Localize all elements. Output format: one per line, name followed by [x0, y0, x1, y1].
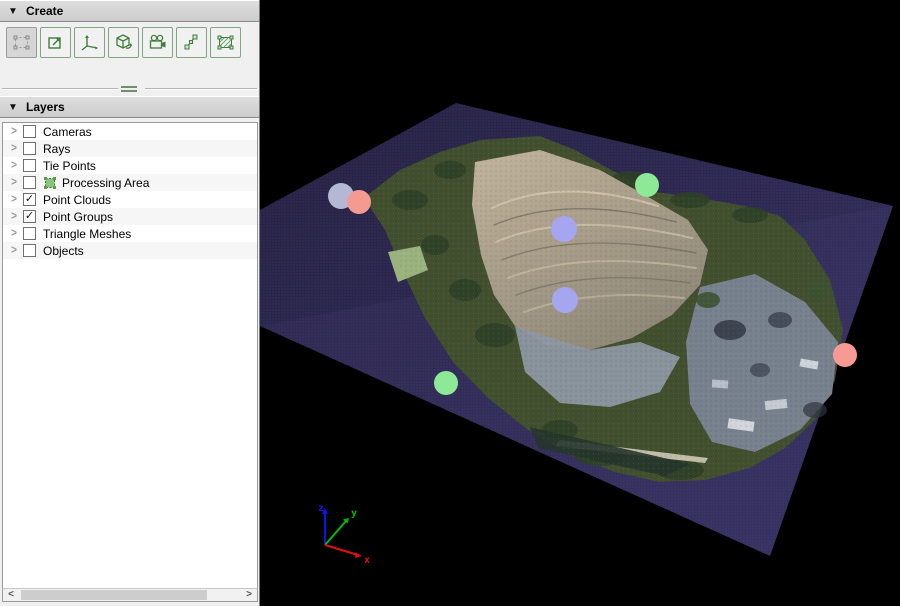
panel-splitter[interactable] [0, 84, 259, 94]
expand-chevron-icon[interactable]: > [7, 159, 21, 172]
layer-label: Triangle Meshes [43, 227, 131, 241]
axes-tool-button[interactable] [74, 27, 105, 58]
point-group-marker-periwinkle-2[interactable] [552, 287, 578, 313]
collapse-triangle-icon[interactable]: ▼ [0, 6, 26, 17]
create-section-title: Create [26, 4, 63, 18]
selection-tool-button[interactable] [6, 27, 37, 58]
layer-checkbox[interactable]: ✓ [23, 210, 36, 223]
selection-rectangle-icon [11, 32, 32, 53]
layer-label: Point Clouds [43, 193, 111, 207]
layers-tree: > Cameras > Rays > Tie Points > [2, 122, 258, 602]
layer-row-point-clouds[interactable]: > ✓ Point Clouds [3, 191, 257, 208]
3d-scene: z y x [260, 0, 900, 606]
layer-label: Rays [43, 142, 70, 156]
layer-row-point-groups[interactable]: > ✓ Point Groups [3, 208, 257, 225]
side-panel: ▼ Create [0, 0, 260, 606]
layer-checkbox[interactable] [23, 142, 36, 155]
axis-y-label: y [351, 508, 357, 519]
point-group-marker-salmon-1[interactable] [347, 190, 371, 214]
layer-row-objects[interactable]: > Objects [3, 242, 257, 259]
point-group-marker-salmon-2[interactable] [833, 343, 857, 367]
layer-label: Objects [43, 244, 84, 258]
processing-area-icon [43, 176, 58, 190]
create-toolbar [6, 27, 241, 58]
camera-tool-button[interactable] [142, 27, 173, 58]
axes-triad-icon [79, 32, 100, 53]
splitter-grip-icon[interactable] [121, 86, 137, 92]
layer-label: Point Groups [43, 210, 113, 224]
layer-row-rays[interactable]: > Rays [3, 140, 257, 157]
layer-label: Tie Points [43, 159, 96, 173]
layer-checkbox[interactable] [23, 244, 36, 257]
expand-chevron-icon[interactable]: > [7, 125, 21, 138]
layers-section-header[interactable]: ▼ Layers [0, 96, 259, 118]
point-group-marker-periwinkle-1[interactable] [551, 216, 577, 242]
polyline-tool-button[interactable] [176, 27, 207, 58]
collapse-triangle-icon[interactable]: ▼ [0, 102, 26, 113]
point-group-marker-green-1[interactable] [635, 173, 659, 197]
extent-box-icon [45, 32, 66, 53]
3d-viewport[interactable]: z y x [260, 0, 900, 606]
splitter-rule [145, 88, 257, 90]
expand-chevron-icon[interactable]: > [7, 210, 21, 223]
point-group-marker-green-2[interactable] [434, 371, 458, 395]
camera-icon [147, 32, 168, 53]
layer-row-processing-area[interactable]: > Processing Area [3, 174, 257, 191]
layer-checkbox[interactable] [23, 176, 36, 189]
layer-row-cameras[interactable]: > Cameras [3, 123, 257, 140]
box-tool-button[interactable] [108, 27, 139, 58]
layer-row-tie-points[interactable]: > Tie Points [3, 157, 257, 174]
polyline-icon [181, 32, 202, 53]
scrollbar-track[interactable] [19, 589, 241, 601]
application-window: ▼ Create [0, 0, 900, 606]
polygon-tool-button[interactable] [210, 27, 241, 58]
layer-label: Processing Area [62, 176, 149, 190]
create-section-header[interactable]: ▼ Create [0, 0, 259, 22]
axis-x-label: x [364, 555, 370, 566]
layer-checkbox[interactable] [23, 227, 36, 240]
expand-chevron-icon[interactable]: > [7, 227, 21, 240]
expand-chevron-icon[interactable]: > [7, 176, 21, 189]
cube-rotate-icon [113, 32, 134, 53]
expand-chevron-icon[interactable]: > [7, 244, 21, 257]
layer-checkbox[interactable]: ✓ [23, 193, 36, 206]
polygon-area-icon [215, 32, 236, 53]
layer-checkbox[interactable] [23, 125, 36, 138]
expand-chevron-icon[interactable]: > [7, 142, 21, 155]
scroll-left-icon[interactable]: < [3, 589, 19, 601]
layer-checkbox[interactable] [23, 159, 36, 172]
extent-tool-button[interactable] [40, 27, 71, 58]
horizontal-scrollbar[interactable]: < > [2, 588, 258, 602]
layers-section-title: Layers [26, 100, 65, 114]
scrollbar-thumb[interactable] [21, 590, 207, 600]
splitter-rule [2, 88, 118, 90]
expand-chevron-icon[interactable]: > [7, 193, 21, 206]
layer-label: Cameras [43, 125, 92, 139]
layer-row-triangle-meshes[interactable]: > Triangle Meshes [3, 225, 257, 242]
scroll-right-icon[interactable]: > [241, 589, 257, 601]
axis-z-label: z [318, 503, 324, 514]
